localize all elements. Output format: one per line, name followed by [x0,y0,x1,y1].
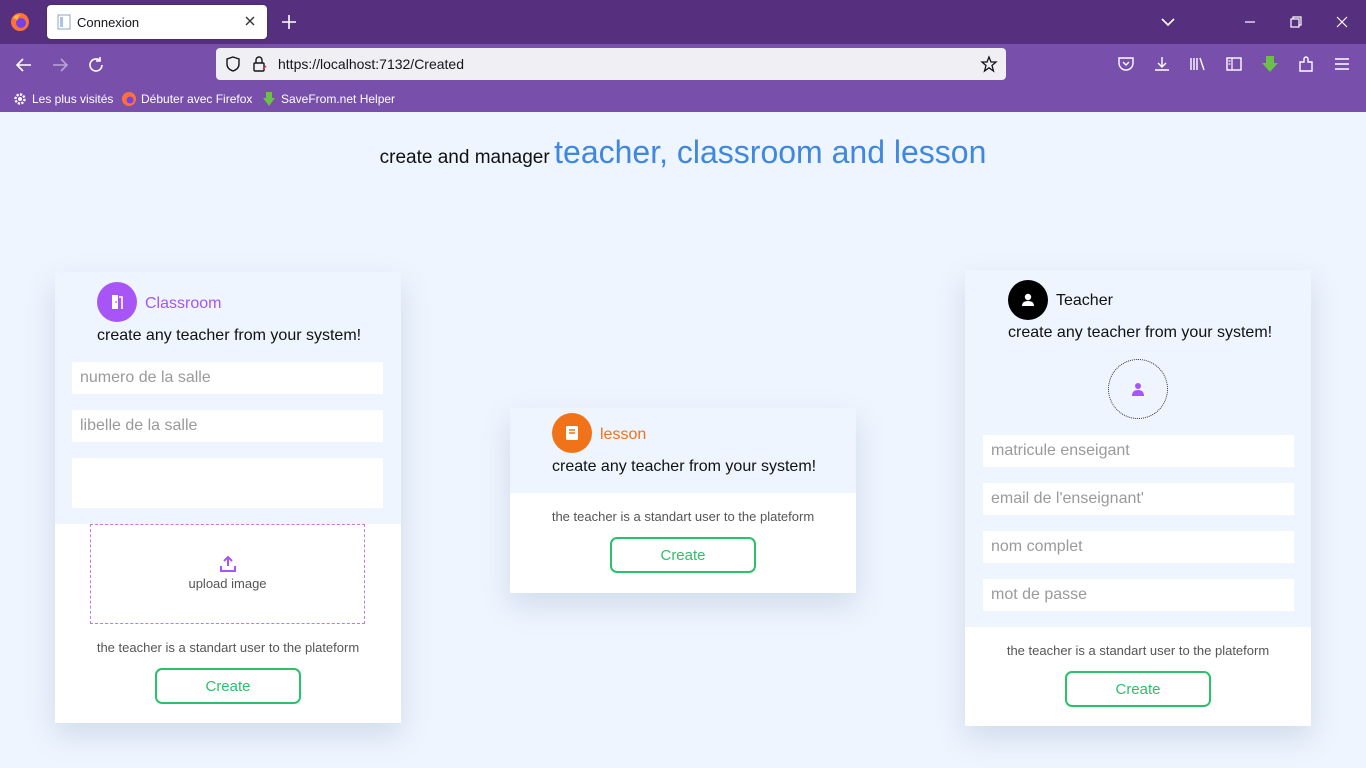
classroom-icon-circle [97,282,137,322]
minimize-icon[interactable] [1240,12,1260,32]
lesson-note: the teacher is a standart user to the pl… [551,509,815,524]
user-icon [1022,293,1034,306]
savefrom-download-icon[interactable] [1260,54,1280,74]
teacher-subtitle: create any teacher from your system! [1008,324,1273,341]
firefox-icon[interactable] [10,12,30,32]
browser-tab-bar: Connexion [0,0,1366,44]
firefox-icon [122,92,136,106]
bookmark-label: SaveFrom.net Helper [281,92,396,106]
forward-icon[interactable] [49,54,71,76]
upload-label: upload image [188,576,267,591]
downloads-icon[interactable] [1152,54,1172,74]
page-headline: create and manager teacher, classroom an… [0,134,1366,171]
back-icon[interactable] [13,54,35,76]
classroom-card-header: Classroom create any teacher from your s… [55,272,401,524]
headline-big: teacher, classroom and lesson [554,134,987,170]
room-label-input[interactable] [72,410,383,442]
bookmarks-toolbar: Les plus visités Débuter avec Firefox Sa… [0,86,1366,112]
teacher-card: Teacher create any teacher from your sys… [965,270,1311,726]
classroom-note: the teacher is a standart user to the pl… [96,640,360,655]
page-icon [57,14,71,30]
lesson-card-header: lesson create any teacher from your syst… [510,408,856,493]
active-tab[interactable]: Connexion [47,5,267,39]
user-icon [1132,383,1144,396]
menu-icon[interactable] [1332,54,1352,74]
lesson-create-button[interactable]: Create [610,537,756,573]
upload-image-dropzone[interactable]: upload image [90,524,365,624]
close-window-icon[interactable] [1332,12,1352,32]
lesson-title: lesson [600,426,647,443]
bookmark-label: Les plus visités [32,92,114,106]
bookmark-star-icon[interactable] [980,55,998,73]
page-content: create and manager teacher, classroom an… [0,112,1366,768]
bookmark-most-visited[interactable]: Les plus visités [12,91,113,107]
teacher-card-header: Teacher create any teacher from your sys… [965,270,1311,627]
lesson-card: lesson create any teacher from your syst… [510,408,856,593]
teacher-password-input[interactable] [983,579,1294,611]
url-bar[interactable]: https://localhost:7132/Created [216,48,1006,80]
library-icon[interactable] [1188,54,1208,74]
lock-icon[interactable] [250,55,268,73]
teacher-id-input[interactable] [983,435,1294,467]
url-text: https://localhost:7132/Created [278,56,465,72]
tab-title: Connexion [77,15,140,30]
extensions-icon[interactable] [1296,54,1316,74]
book-icon [566,426,578,440]
reload-icon[interactable] [85,54,107,76]
savefrom-download-icon [263,92,275,106]
headline-small: create and manager [379,147,550,168]
room-number-input[interactable] [72,362,383,394]
bookmark-savefrom[interactable]: SaveFrom.net Helper [261,91,395,107]
avatar-picker[interactable] [1108,359,1168,419]
bookmark-label: Débuter avec Firefox [141,92,253,106]
door-icon [112,295,123,309]
lesson-icon-circle [552,413,592,453]
restore-icon[interactable] [1286,12,1306,32]
teacher-email-input[interactable] [983,483,1294,515]
gear-icon [14,93,26,105]
lesson-subtitle: create any teacher from your system! [552,458,817,475]
close-tab-icon[interactable] [243,14,257,28]
room-description-textarea[interactable] [72,458,383,508]
classroom-title: Classroom [145,295,222,312]
classroom-create-button[interactable]: Create [155,668,301,704]
sidebar-icon[interactable] [1224,54,1244,74]
tab-list-chevron-icon[interactable] [1158,12,1178,32]
classroom-card: Classroom create any teacher from your s… [55,272,401,723]
classroom-subtitle: create any teacher from your system! [97,327,362,344]
pocket-icon[interactable] [1116,54,1136,74]
new-tab-icon[interactable] [280,13,298,31]
browser-nav-bar: https://localhost:7132/Created [0,44,1366,86]
teacher-note: the teacher is a standart user to the pl… [1006,643,1270,658]
teacher-create-button[interactable]: Create [1065,671,1211,707]
bookmark-getting-started[interactable]: Débuter avec Firefox [121,91,252,107]
shield-icon[interactable] [224,55,242,73]
teacher-name-input[interactable] [983,531,1294,563]
teacher-icon-circle [1008,280,1048,320]
upload-icon [220,555,236,572]
teacher-title: Teacher [1056,292,1113,309]
